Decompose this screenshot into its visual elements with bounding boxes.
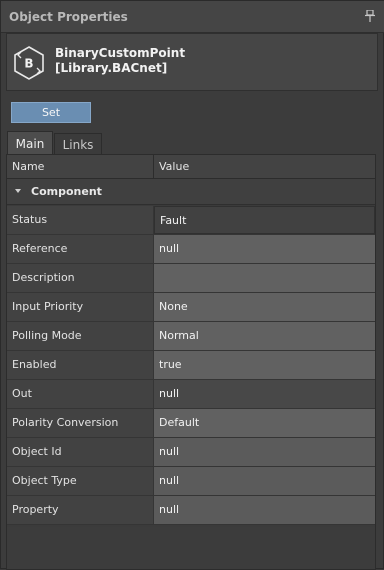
object-type-name: BinaryCustomPoint (55, 46, 186, 60)
column-header-value[interactable]: Value (159, 160, 189, 173)
property-row-description[interactable]: Description (7, 264, 375, 293)
property-row-input-priority[interactable]: Input Priority None (7, 293, 375, 322)
property-row-status[interactable]: Status Fault (7, 206, 375, 235)
group-label: Component (31, 185, 102, 198)
property-value[interactable]: null (154, 235, 375, 263)
collapse-arrow-icon[interactable] (15, 189, 21, 193)
object-icon-letter: B (24, 57, 33, 71)
pin-icon[interactable] (365, 10, 375, 22)
property-row-polarity-conversion[interactable]: Polarity Conversion Default (7, 409, 375, 438)
column-divider[interactable] (153, 155, 154, 179)
property-value[interactable]: None (154, 293, 375, 321)
property-value[interactable]: Fault (154, 206, 375, 234)
property-row-polling-mode[interactable]: Polling Mode Normal (7, 322, 375, 351)
property-name: Enabled (7, 351, 154, 379)
object-header: B BinaryCustomPoint [Library.BACnet] (6, 33, 378, 91)
object-properties-panel: Object Properties B BinaryCustomPoint [L… (0, 0, 384, 570)
property-name: Polarity Conversion (7, 409, 154, 437)
group-component[interactable]: Component (7, 179, 375, 205)
bacnet-object-icon: B (14, 46, 44, 80)
property-name: Description (7, 264, 154, 292)
property-name: Out (7, 380, 154, 408)
property-row-object-type[interactable]: Object Type null (7, 467, 375, 496)
property-value[interactable]: null (154, 467, 375, 495)
panel-titlebar: Object Properties (1, 1, 384, 33)
property-row-reference[interactable]: Reference null (7, 235, 375, 264)
object-library: [Library.BACnet] (55, 61, 168, 75)
grid-header: Name Value (7, 155, 375, 179)
property-name: Status (7, 206, 154, 234)
property-value[interactable]: Normal (154, 322, 375, 350)
property-name: Property (7, 496, 154, 524)
property-value[interactable]: null (154, 438, 375, 466)
property-value[interactable]: Default (154, 409, 375, 437)
property-grid: Name Value Component Status Fault Refere… (6, 154, 376, 570)
property-name: Input Priority (7, 293, 154, 321)
property-row-enabled[interactable]: Enabled true (7, 351, 375, 380)
property-name: Object Type (7, 467, 154, 495)
tab-links[interactable]: Links (54, 133, 102, 155)
column-header-name[interactable]: Name (12, 160, 44, 173)
property-value[interactable]: null (154, 496, 375, 524)
property-value[interactable] (154, 264, 375, 292)
object-name: BinaryCustomPoint [Library.BACnet] (55, 46, 185, 76)
set-button[interactable]: Set (11, 102, 91, 123)
property-row-out[interactable]: Out null (7, 380, 375, 409)
property-value[interactable]: true (154, 351, 375, 379)
property-name: Polling Mode (7, 322, 154, 350)
property-row-property[interactable]: Property null (7, 496, 375, 525)
grid-empty-area (7, 527, 375, 569)
property-name: Reference (7, 235, 154, 263)
panel-title: Object Properties (9, 10, 128, 24)
property-name: Object Id (7, 438, 154, 466)
property-row-object-id[interactable]: Object Id null (7, 438, 375, 467)
property-value[interactable]: null (154, 380, 375, 408)
tab-main[interactable]: Main (7, 131, 53, 155)
